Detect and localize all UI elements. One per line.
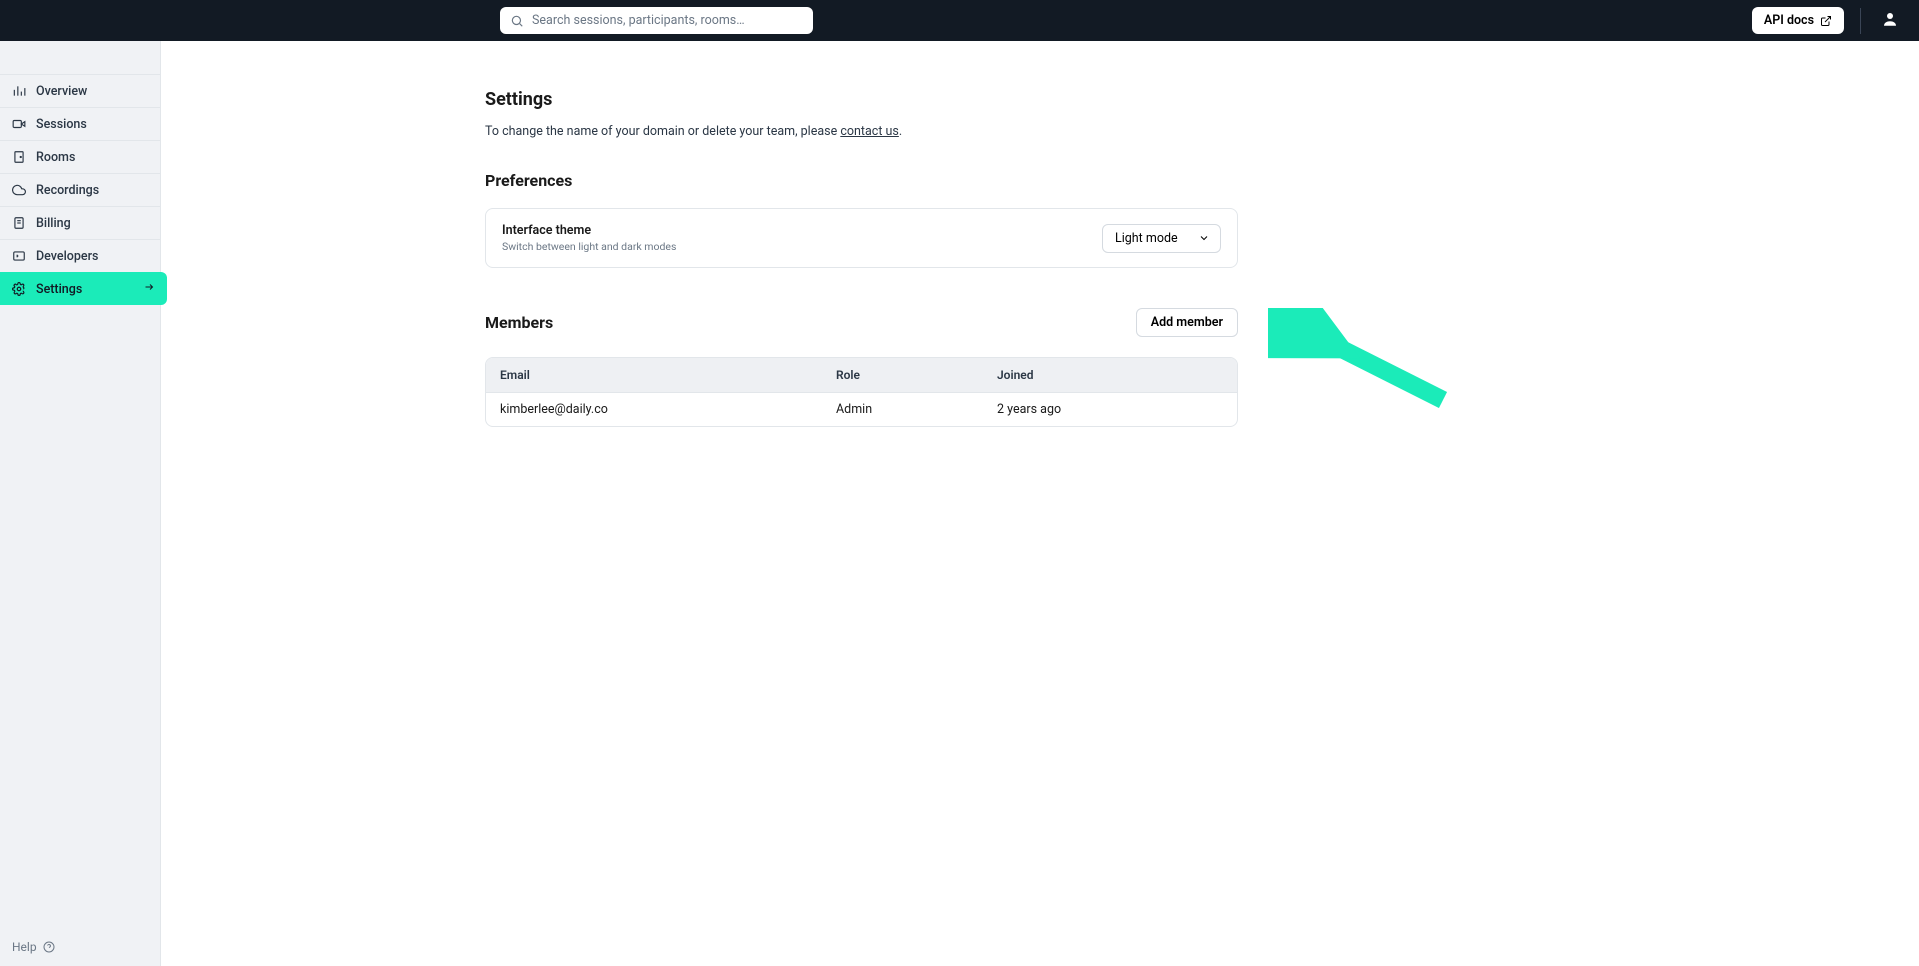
theme-preference-card: Interface theme Switch between light and…	[485, 208, 1238, 268]
members-header: Members Add member	[485, 308, 1238, 337]
sidebar-item-rooms[interactable]: Rooms	[0, 140, 160, 173]
chevron-down-icon	[1198, 232, 1210, 244]
bars-icon	[12, 84, 26, 98]
members-heading: Members	[485, 313, 553, 332]
sidebar-item-label: Billing	[36, 216, 71, 231]
theme-select-wrap: Light mode	[1102, 224, 1221, 253]
sidebar-item-label: Sessions	[36, 117, 87, 132]
sidebar: Overview Sessions Rooms Recordings Billi…	[0, 41, 161, 966]
external-link-icon	[1820, 15, 1832, 27]
api-docs-label: API docs	[1764, 13, 1814, 28]
col-joined-header: Joined	[997, 368, 1223, 382]
members-table: Email Role Joined kimberlee@daily.co Adm…	[485, 357, 1238, 427]
content-container: Settings To change the name of your doma…	[485, 41, 1238, 427]
search-icon	[510, 14, 524, 28]
sidebar-item-label: Recordings	[36, 183, 99, 198]
theme-select-value: Light mode	[1115, 231, 1178, 246]
top-header: API docs	[0, 0, 1919, 41]
sidebar-item-label: Rooms	[36, 150, 75, 165]
terminal-icon	[12, 249, 26, 263]
user-icon	[1881, 10, 1899, 28]
desc-prefix: To change the name of your domain or del…	[485, 124, 840, 139]
add-member-button[interactable]: Add member	[1136, 308, 1238, 337]
col-role-header: Role	[836, 368, 997, 382]
layout: Overview Sessions Rooms Recordings Billi…	[0, 41, 1919, 966]
page-title: Settings	[485, 89, 1238, 110]
sidebar-item-sessions[interactable]: Sessions	[0, 107, 160, 140]
search-input[interactable]	[532, 13, 803, 28]
api-docs-button[interactable]: API docs	[1752, 7, 1844, 34]
theme-sublabel: Switch between light and dark modes	[502, 240, 676, 253]
search-wrapper	[176, 7, 1752, 34]
header-right: API docs	[1752, 6, 1903, 36]
video-icon	[12, 117, 26, 131]
sidebar-item-label: Developers	[36, 249, 98, 264]
table-header: Email Role Joined	[486, 358, 1237, 392]
theme-select[interactable]: Light mode	[1102, 224, 1221, 253]
sidebar-spacer	[0, 41, 160, 74]
page-description: To change the name of your domain or del…	[485, 124, 1238, 139]
member-joined: 2 years ago	[997, 402, 1223, 417]
help-label: Help	[12, 940, 37, 954]
preferences-heading: Preferences	[485, 171, 1238, 190]
gear-icon	[12, 282, 26, 296]
sidebar-item-recordings[interactable]: Recordings	[0, 173, 160, 206]
sidebar-item-settings[interactable]: Settings	[0, 272, 167, 305]
theme-label: Interface theme	[502, 223, 676, 238]
header-divider	[1860, 8, 1861, 34]
arrow-right-icon	[143, 281, 155, 297]
main-content: Settings To change the name of your doma…	[161, 41, 1919, 966]
sidebar-item-developers[interactable]: Developers	[0, 239, 160, 272]
sidebar-item-billing[interactable]: Billing	[0, 206, 160, 239]
help-icon	[43, 941, 55, 953]
help-link[interactable]: Help	[0, 928, 160, 966]
receipt-icon	[12, 216, 26, 230]
sidebar-item-label: Overview	[36, 84, 87, 99]
desc-suffix: .	[899, 124, 902, 139]
table-row: kimberlee@daily.co Admin 2 years ago	[486, 392, 1237, 426]
door-icon	[12, 150, 26, 164]
search-box[interactable]	[500, 7, 813, 34]
theme-text: Interface theme Switch between light and…	[502, 223, 676, 253]
contact-us-link[interactable]: contact us	[840, 124, 899, 139]
member-email: kimberlee@daily.co	[500, 402, 836, 417]
user-avatar-button[interactable]	[1877, 6, 1903, 36]
sidebar-item-label: Settings	[36, 282, 82, 297]
sidebar-item-overview[interactable]: Overview	[0, 74, 160, 107]
member-role: Admin	[836, 402, 997, 417]
col-email-header: Email	[500, 368, 836, 382]
cloud-icon	[12, 183, 26, 197]
